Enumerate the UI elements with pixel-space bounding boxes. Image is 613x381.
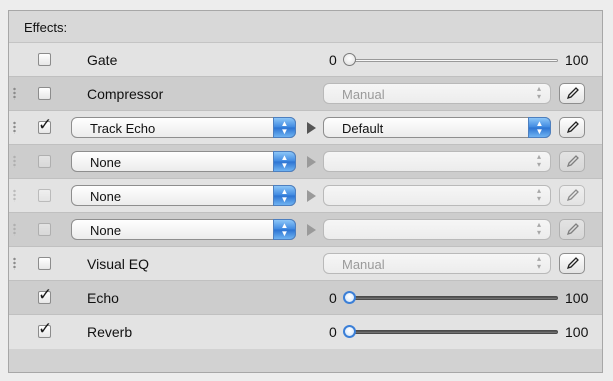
effect-row-slot-2: None ▲ ▼ ▴ ▾ [9, 179, 602, 213]
track-echo-effect-popup[interactable]: Track Echo ▲ ▼ [71, 117, 296, 138]
pencil-icon [566, 223, 579, 236]
compressor-edit-button[interactable] [559, 83, 585, 104]
slot-3-preset-popup[interactable]: ▴ ▾ [323, 219, 551, 240]
echo-slider-knob[interactable] [343, 291, 356, 304]
drag-handle-icon[interactable] [13, 155, 16, 168]
up-down-arrows-icon: ▴ ▾ [536, 84, 541, 101]
slot-1-preset-popup[interactable]: ▴ ▾ [323, 151, 551, 172]
track-echo-preset-popup[interactable]: Default ▲ ▼ [323, 117, 551, 138]
gate-label: Gate [87, 52, 118, 68]
checkmark-icon: ✓ [38, 115, 53, 135]
visual-eq-preset-value: Manual [342, 257, 385, 272]
up-down-arrows-icon: ▴ ▾ [536, 254, 541, 271]
up-down-arrows-icon: ▴ ▾ [536, 152, 541, 169]
slot-3-effect-value: None [90, 223, 122, 238]
slot-2-effect-popup[interactable]: None ▲ ▼ [71, 185, 296, 206]
up-down-arrows-icon: ▲ ▼ [273, 219, 296, 240]
effects-title: Effects: [24, 20, 68, 35]
reverb-slider-track[interactable] [344, 330, 558, 334]
slot-1-effect-value: None [90, 155, 122, 170]
effect-row-slot-3: None ▲ ▼ ▴ ▾ [9, 213, 602, 247]
track-echo-effect-value: Track Echo [90, 121, 156, 136]
up-down-arrows-icon: ▲ ▼ [528, 117, 551, 138]
drag-handle-icon[interactable] [13, 87, 16, 100]
reverb-slider-knob[interactable] [343, 325, 356, 338]
track-echo-checkbox[interactable]: ✓ [38, 117, 52, 134]
up-down-arrows-icon: ▲ ▼ [273, 117, 296, 138]
visual-eq-label: Visual EQ [87, 256, 149, 272]
slot-3-effect-popup[interactable]: None ▲ ▼ [71, 219, 296, 240]
play-triangle-icon [307, 122, 316, 134]
compressor-checkbox[interactable] [38, 87, 51, 100]
up-down-arrows-icon: ▴ ▾ [536, 220, 541, 237]
reverb-label: Reverb [87, 324, 133, 340]
slot-2-edit-button[interactable] [559, 185, 585, 206]
track-echo-edit-button[interactable] [559, 117, 585, 138]
effects-panel: Effects: Gate 0 100 Compressor Manual ▴ ▾… [8, 10, 603, 373]
echo-max-label: 100 [565, 290, 589, 306]
play-triangle-icon [307, 190, 316, 202]
drag-handle-icon[interactable] [13, 189, 16, 202]
slot-2-effect-value: None [90, 189, 122, 204]
checkmark-icon: ✓ [38, 319, 53, 339]
pencil-icon [566, 189, 579, 202]
echo-slider-track[interactable] [344, 296, 558, 300]
up-down-arrows-icon: ▴ ▾ [536, 186, 541, 203]
echo-min-label: 0 [329, 290, 337, 306]
gate-max-label: 100 [565, 52, 589, 68]
echo-label: Echo [87, 290, 119, 306]
play-triangle-icon [307, 156, 316, 168]
slot-2-checkbox[interactable] [38, 189, 51, 202]
reverb-max-label: 100 [565, 324, 589, 340]
effect-row-compressor: Compressor Manual ▴ ▾ [9, 77, 602, 111]
visual-eq-checkbox[interactable] [38, 257, 51, 270]
slot-1-effect-popup[interactable]: None ▲ ▼ [71, 151, 296, 172]
compressor-preset-popup[interactable]: Manual ▴ ▾ [323, 83, 551, 104]
drag-handle-icon[interactable] [13, 121, 16, 134]
gate-slider-track[interactable] [344, 59, 558, 62]
pencil-icon [566, 121, 579, 134]
effect-row-visual-eq: Visual EQ Manual ▴ ▾ [9, 247, 602, 281]
effects-header: Effects: [9, 11, 602, 43]
echo-checkbox[interactable]: ✓ [38, 287, 52, 304]
track-echo-preset-value: Default [342, 121, 384, 136]
effect-row-reverb: ✓ Reverb 0 100 [9, 315, 602, 349]
drag-handle-icon[interactable] [13, 223, 16, 236]
pencil-icon [566, 257, 579, 270]
slot-3-edit-button[interactable] [559, 219, 585, 240]
drag-handle-icon[interactable] [13, 257, 16, 270]
pencil-icon [566, 155, 579, 168]
up-down-arrows-icon: ▲ ▼ [273, 185, 296, 206]
gate-min-label: 0 [329, 52, 337, 68]
slot-3-checkbox[interactable] [38, 223, 51, 236]
effect-row-track-echo: ✓ Track Echo ▲ ▼ Default ▲ ▼ [9, 111, 602, 145]
checkmark-icon: ✓ [38, 285, 53, 305]
visual-eq-edit-button[interactable] [559, 253, 585, 274]
gate-checkbox[interactable] [38, 53, 51, 66]
play-triangle-icon [307, 224, 316, 236]
effect-row-echo: ✓ Echo 0 100 [9, 281, 602, 315]
effect-row-gate: Gate 0 100 [9, 43, 602, 77]
slot-1-edit-button[interactable] [559, 151, 585, 172]
up-down-arrows-icon: ▲ ▼ [273, 151, 296, 172]
compressor-preset-value: Manual [342, 87, 385, 102]
reverb-min-label: 0 [329, 324, 337, 340]
visual-eq-preset-popup[interactable]: Manual ▴ ▾ [323, 253, 551, 274]
reverb-checkbox[interactable]: ✓ [38, 321, 52, 338]
slot-1-checkbox[interactable] [38, 155, 51, 168]
effect-row-slot-1: None ▲ ▼ ▴ ▾ [9, 145, 602, 179]
slot-2-preset-popup[interactable]: ▴ ▾ [323, 185, 551, 206]
pencil-icon [566, 87, 579, 100]
gate-slider-knob[interactable] [343, 53, 356, 66]
compressor-label: Compressor [87, 86, 164, 102]
